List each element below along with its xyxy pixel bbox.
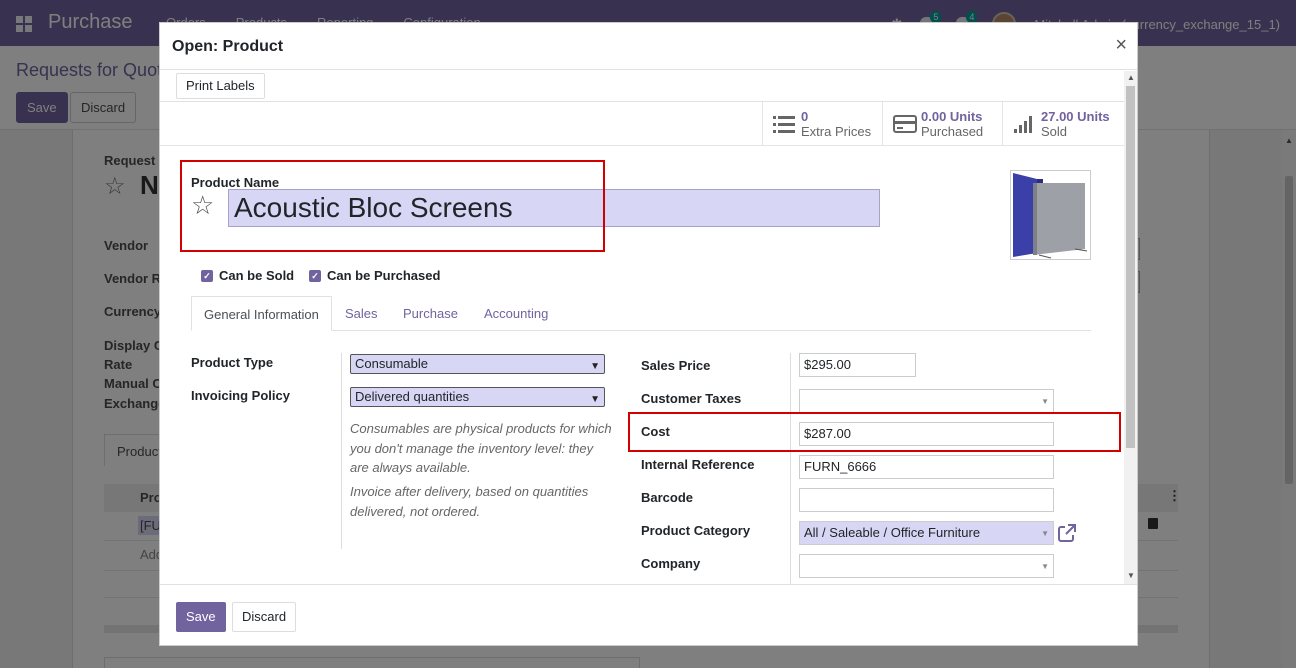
sold-label: Sold: [1041, 124, 1068, 139]
close-icon[interactable]: ×: [1115, 34, 1127, 57]
dialog-scrollbar[interactable]: ▲ ▼: [1124, 71, 1137, 584]
tab-general-information[interactable]: General Information: [191, 296, 332, 331]
product-form: Product Name ☆ Acoustic Bloc Screens ✓ C…: [160, 146, 1124, 584]
list-icon: [773, 113, 795, 135]
tab-accounting[interactable]: Accounting: [472, 296, 560, 331]
barcode-label: Barcode: [641, 490, 694, 505]
credit-card-icon: [893, 113, 917, 135]
product-category-value: All / Saleable / Office Furniture: [804, 525, 981, 540]
dialog-body: Print Labels 0 Extra Prices 0.00 Units Pur…: [160, 71, 1137, 584]
can-be-sold-label: Can be Sold: [219, 268, 295, 283]
can-be-purchased-label: Can be Purchased: [327, 268, 441, 283]
customer-taxes-label: Customer Taxes: [641, 391, 742, 406]
company-input[interactable]: ▼: [799, 554, 1054, 578]
invoicing-policy-help: Invoice after delivery, based on quantit…: [350, 484, 589, 519]
checkbox-checked-icon: ✓: [201, 269, 213, 282]
checkbox-checked-icon: ✓: [309, 269, 321, 282]
field-separator: [341, 353, 342, 549]
scroll-down-icon[interactable]: ▼: [1127, 571, 1135, 580]
product-tabs: General Information Sales Purchase Accou…: [191, 296, 1091, 331]
product-type-label: Product Type: [191, 355, 274, 370]
smart-buttons: 0 Extra Prices 0.00 Units Purchased 27.00 …: [160, 102, 1124, 146]
product-type-value: Consumable: [355, 356, 428, 371]
product-type-select[interactable]: Consumable ▼: [350, 354, 605, 374]
sales-price-input[interactable]: $295.00: [799, 353, 916, 377]
invoicing-policy-label: Invoicing Policy: [191, 388, 290, 403]
signal-bars-icon: [1013, 113, 1035, 135]
annotation-highlight-name: [180, 160, 605, 252]
internal-reference-input[interactable]: FURN_6666: [799, 455, 1054, 479]
product-dialog: Open: Product × Print Labels 0 Extra Pric…: [159, 22, 1138, 646]
extra-prices-button[interactable]: 0 Extra Prices: [762, 102, 882, 146]
tab-sales[interactable]: Sales: [333, 296, 390, 331]
dropdown-caret-icon: ▼: [1041, 397, 1049, 406]
discard-button[interactable]: Discard: [232, 602, 297, 632]
extra-prices-label: Extra Prices: [801, 124, 872, 139]
sold-value: 27.00 Units: [1041, 109, 1110, 124]
sales-price-label: Sales Price: [641, 358, 711, 373]
sold-button[interactable]: 27.00 Units Sold: [1002, 102, 1122, 146]
invoicing-policy-value: Delivered quantities: [355, 389, 470, 404]
barcode-input[interactable]: [799, 488, 1054, 512]
form-statusbar: Print Labels: [160, 71, 1124, 102]
purchased-button[interactable]: 0.00 Units Purchased: [882, 102, 1002, 146]
purchased-value: 0.00 Units: [921, 109, 983, 124]
annotation-highlight-cost: [628, 412, 1121, 452]
extra-prices-value: 0: [801, 109, 809, 124]
company-label: Company: [641, 556, 701, 571]
print-labels-button[interactable]: Print Labels: [176, 73, 265, 99]
can-be-sold-checkbox[interactable]: ✓ Can be Sold: [201, 268, 294, 283]
internal-reference-label: Internal Reference: [641, 457, 755, 472]
purchased-label: Purchased: [921, 124, 984, 139]
invoicing-policy-select[interactable]: Delivered quantities ▼: [350, 387, 605, 407]
scroll-up-icon[interactable]: ▲: [1127, 73, 1135, 82]
scroll-thumb[interactable]: [1126, 86, 1135, 448]
can-be-purchased-checkbox[interactable]: ✓ Can be Purchased: [309, 268, 440, 283]
tab-purchase[interactable]: Purchase: [391, 296, 470, 331]
save-button[interactable]: Save: [176, 602, 226, 632]
chevron-down-icon: ▼: [590, 394, 600, 405]
chevron-down-icon: ▼: [590, 361, 600, 372]
dialog-header: Open: Product ×: [160, 23, 1137, 70]
dialog-footer: Save Discard: [160, 584, 1137, 645]
dropdown-caret-icon: ▼: [1041, 529, 1049, 538]
product-category-label: Product Category: [641, 523, 751, 538]
field-separator: [790, 353, 791, 584]
product-image[interactable]: [1010, 170, 1091, 260]
customer-taxes-input[interactable]: ▼: [799, 389, 1054, 413]
product-category-input[interactable]: All / Saleable / Office Furniture ▼: [799, 521, 1054, 545]
external-link-icon[interactable]: [1057, 523, 1077, 546]
dialog-title: Open: Product: [172, 38, 284, 55]
product-type-help: Consumables are physical products for wh…: [350, 421, 612, 475]
dropdown-caret-icon: ▼: [1041, 562, 1049, 571]
